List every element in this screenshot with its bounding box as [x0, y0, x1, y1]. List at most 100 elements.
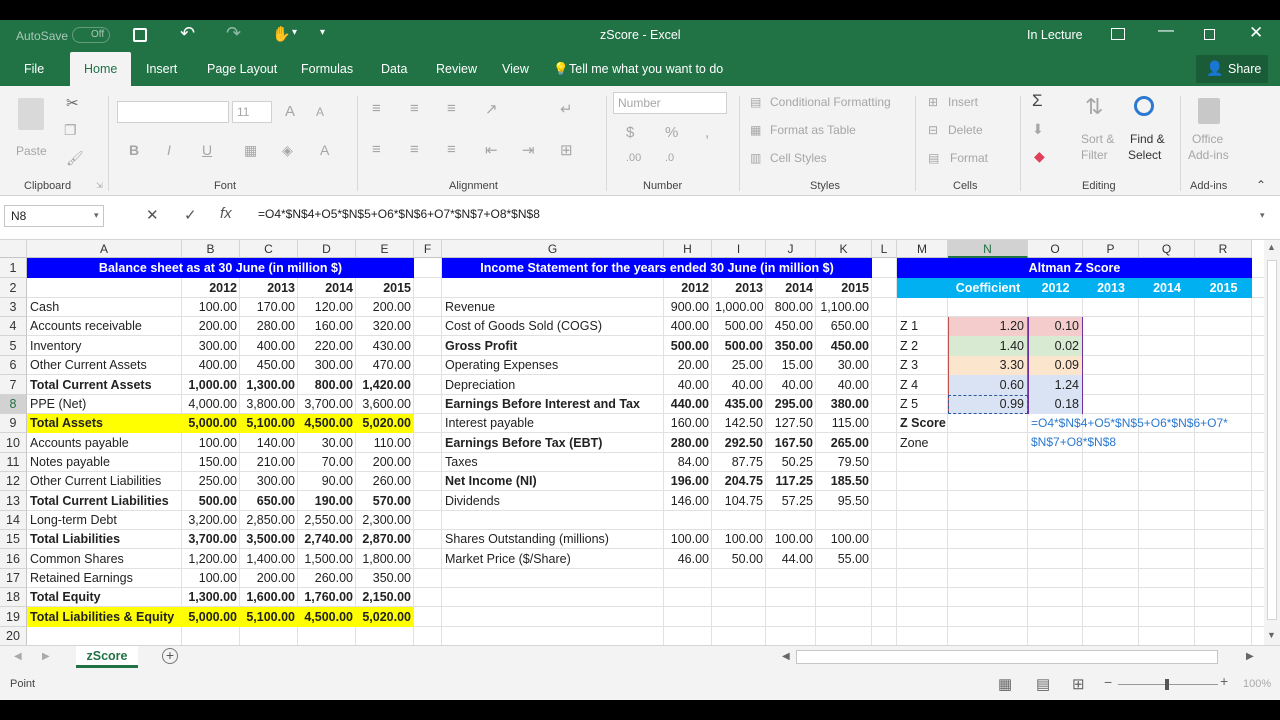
income-label[interactable]: Earnings Before Tax (EBT): [442, 433, 664, 453]
formula-input[interactable]: =O4*$N$4+O5*$N$5+O6*$N$6+O7*$N$7+O8*$N$8: [258, 207, 540, 221]
balance-value[interactable]: 260.00: [356, 472, 414, 491]
income-statement-title[interactable]: Income Statement for the years ended 30 …: [442, 258, 872, 278]
horizontal-scroll-thumb[interactable]: [796, 650, 1218, 664]
zoom-slider-thumb[interactable]: [1165, 679, 1169, 690]
select-all-corner[interactable]: [0, 240, 27, 258]
balance-value[interactable]: 300.00: [240, 472, 298, 491]
income-value[interactable]: 1,000.00: [712, 298, 766, 317]
autosum-icon[interactable]: Σ: [1032, 91, 1043, 111]
tab-view[interactable]: View: [502, 52, 529, 86]
row-header[interactable]: 19: [0, 607, 27, 627]
balance-label[interactable]: Common Shares: [27, 549, 182, 569]
balance-value[interactable]: 400.00: [240, 336, 298, 356]
balance-value[interactable]: 3,200.00: [182, 511, 240, 530]
income-label[interactable]: Dividends: [442, 491, 664, 511]
border-icon[interactable]: ▦: [244, 142, 257, 159]
balance-label[interactable]: Total Liabilities: [27, 530, 182, 549]
income-year-header[interactable]: 2012: [664, 278, 712, 298]
scroll-up-icon[interactable]: ▲: [1267, 242, 1276, 252]
conditional-formatting-button[interactable]: Conditional Formatting: [770, 95, 891, 109]
orientation-icon[interactable]: ↗: [485, 100, 498, 118]
balance-label[interactable]: Other Current Assets: [27, 356, 182, 375]
expand-formula-icon[interactable]: ▾: [1260, 210, 1265, 221]
income-label[interactable]: [442, 511, 664, 530]
income-label[interactable]: Operating Expenses: [442, 356, 664, 375]
prev-sheet-icon[interactable]: ◀: [14, 651, 22, 662]
zoom-in-icon[interactable]: +: [1220, 673, 1228, 689]
balance-value[interactable]: 1,300.00: [182, 588, 240, 607]
income-value[interactable]: 350.00: [766, 336, 816, 356]
balance-value[interactable]: 5,000.00: [182, 607, 240, 627]
restore-icon[interactable]: [1204, 29, 1215, 40]
tab-data[interactable]: Data: [381, 52, 407, 86]
income-value[interactable]: 25.00: [712, 356, 766, 375]
balance-value[interactable]: 170.00: [240, 298, 298, 317]
balance-value[interactable]: 70.00: [298, 453, 356, 472]
row-header[interactable]: 1: [0, 258, 27, 278]
balance-value[interactable]: 1,800.00: [356, 549, 414, 569]
decrease-font-icon[interactable]: A: [316, 105, 324, 119]
income-value[interactable]: 167.50: [766, 433, 816, 453]
income-value[interactable]: 115.00: [816, 414, 872, 433]
income-label[interactable]: Interest payable: [442, 414, 664, 433]
column-header[interactable]: D: [298, 240, 356, 258]
z-label[interactable]: Z 2: [897, 336, 948, 356]
income-value[interactable]: 95.50: [816, 491, 872, 511]
balance-value[interactable]: 160.00: [298, 317, 356, 336]
balance-value[interactable]: 100.00: [182, 433, 240, 453]
balance-label[interactable]: Total Equity: [27, 588, 182, 607]
balance-value[interactable]: 4,500.00: [298, 414, 356, 433]
column-header[interactable]: C: [240, 240, 298, 258]
balance-value[interactable]: 1,600.00: [240, 588, 298, 607]
income-value[interactable]: 100.00: [712, 530, 766, 549]
name-box[interactable]: N8: [4, 205, 104, 227]
increase-font-icon[interactable]: A: [285, 103, 295, 120]
balance-value[interactable]: 400.00: [182, 356, 240, 375]
balance-label[interactable]: Total Assets: [27, 414, 182, 433]
row-header[interactable]: 10: [0, 433, 27, 453]
income-value[interactable]: 800.00: [766, 298, 816, 317]
income-value[interactable]: 900.00: [664, 298, 712, 317]
collapse-ribbon-icon[interactable]: ⌃: [1256, 178, 1266, 192]
zone-label[interactable]: Zone: [897, 433, 948, 453]
income-label[interactable]: Market Price ($/Share): [442, 549, 664, 569]
income-value[interactable]: 20.00: [664, 356, 712, 375]
formula-edit-line-2[interactable]: $N$7+O8*$N$8: [1028, 433, 1119, 452]
income-value[interactable]: 50.00: [712, 549, 766, 569]
wrap-text-icon[interactable]: ↵: [560, 100, 573, 118]
z-value[interactable]: 1.24: [1028, 375, 1083, 395]
number-format-box[interactable]: Number: [613, 92, 727, 114]
italic-icon[interactable]: I: [167, 142, 171, 158]
balance-sheet-title[interactable]: Balance sheet as at 30 June (in million …: [27, 258, 414, 278]
balance-value[interactable]: 1,400.00: [240, 549, 298, 569]
column-header[interactable]: O: [1028, 240, 1083, 258]
income-value[interactable]: 30.00: [816, 356, 872, 375]
balance-label[interactable]: Total Current Liabilities: [27, 491, 182, 511]
income-value[interactable]: 450.00: [766, 317, 816, 336]
income-year-header[interactable]: 2014: [766, 278, 816, 298]
balance-year-header[interactable]: 2013: [240, 278, 298, 298]
share-button[interactable]: 👤 Share: [1196, 55, 1268, 83]
merge-center-icon[interactable]: ⊞: [560, 141, 573, 159]
income-value[interactable]: 500.00: [712, 336, 766, 356]
column-header[interactable]: G: [442, 240, 664, 258]
balance-value[interactable]: 4,000.00: [182, 395, 240, 414]
comma-icon[interactable]: ,: [705, 124, 709, 141]
balance-value[interactable]: 4,500.00: [298, 607, 356, 627]
percent-icon[interactable]: %: [665, 124, 678, 141]
z-coefficient[interactable]: 1.20: [948, 317, 1028, 336]
z-value[interactable]: 0.02: [1028, 336, 1083, 356]
vertical-scrollbar[interactable]: ▲ ▼: [1264, 240, 1280, 645]
income-value[interactable]: 292.50: [712, 433, 766, 453]
income-value[interactable]: 146.00: [664, 491, 712, 511]
coefficient-header[interactable]: Coefficient: [948, 278, 1028, 298]
column-header[interactable]: E: [356, 240, 414, 258]
balance-year-header[interactable]: 2012: [182, 278, 240, 298]
balance-value[interactable]: 350.00: [356, 569, 414, 588]
income-value[interactable]: 204.75: [712, 472, 766, 491]
balance-value[interactable]: 800.00: [298, 375, 356, 395]
active-cell-n8[interactable]: [948, 395, 1028, 414]
balance-value[interactable]: 30.00: [298, 433, 356, 453]
balance-value[interactable]: 2,550.00: [298, 511, 356, 530]
z-coefficient[interactable]: 1.40: [948, 336, 1028, 356]
